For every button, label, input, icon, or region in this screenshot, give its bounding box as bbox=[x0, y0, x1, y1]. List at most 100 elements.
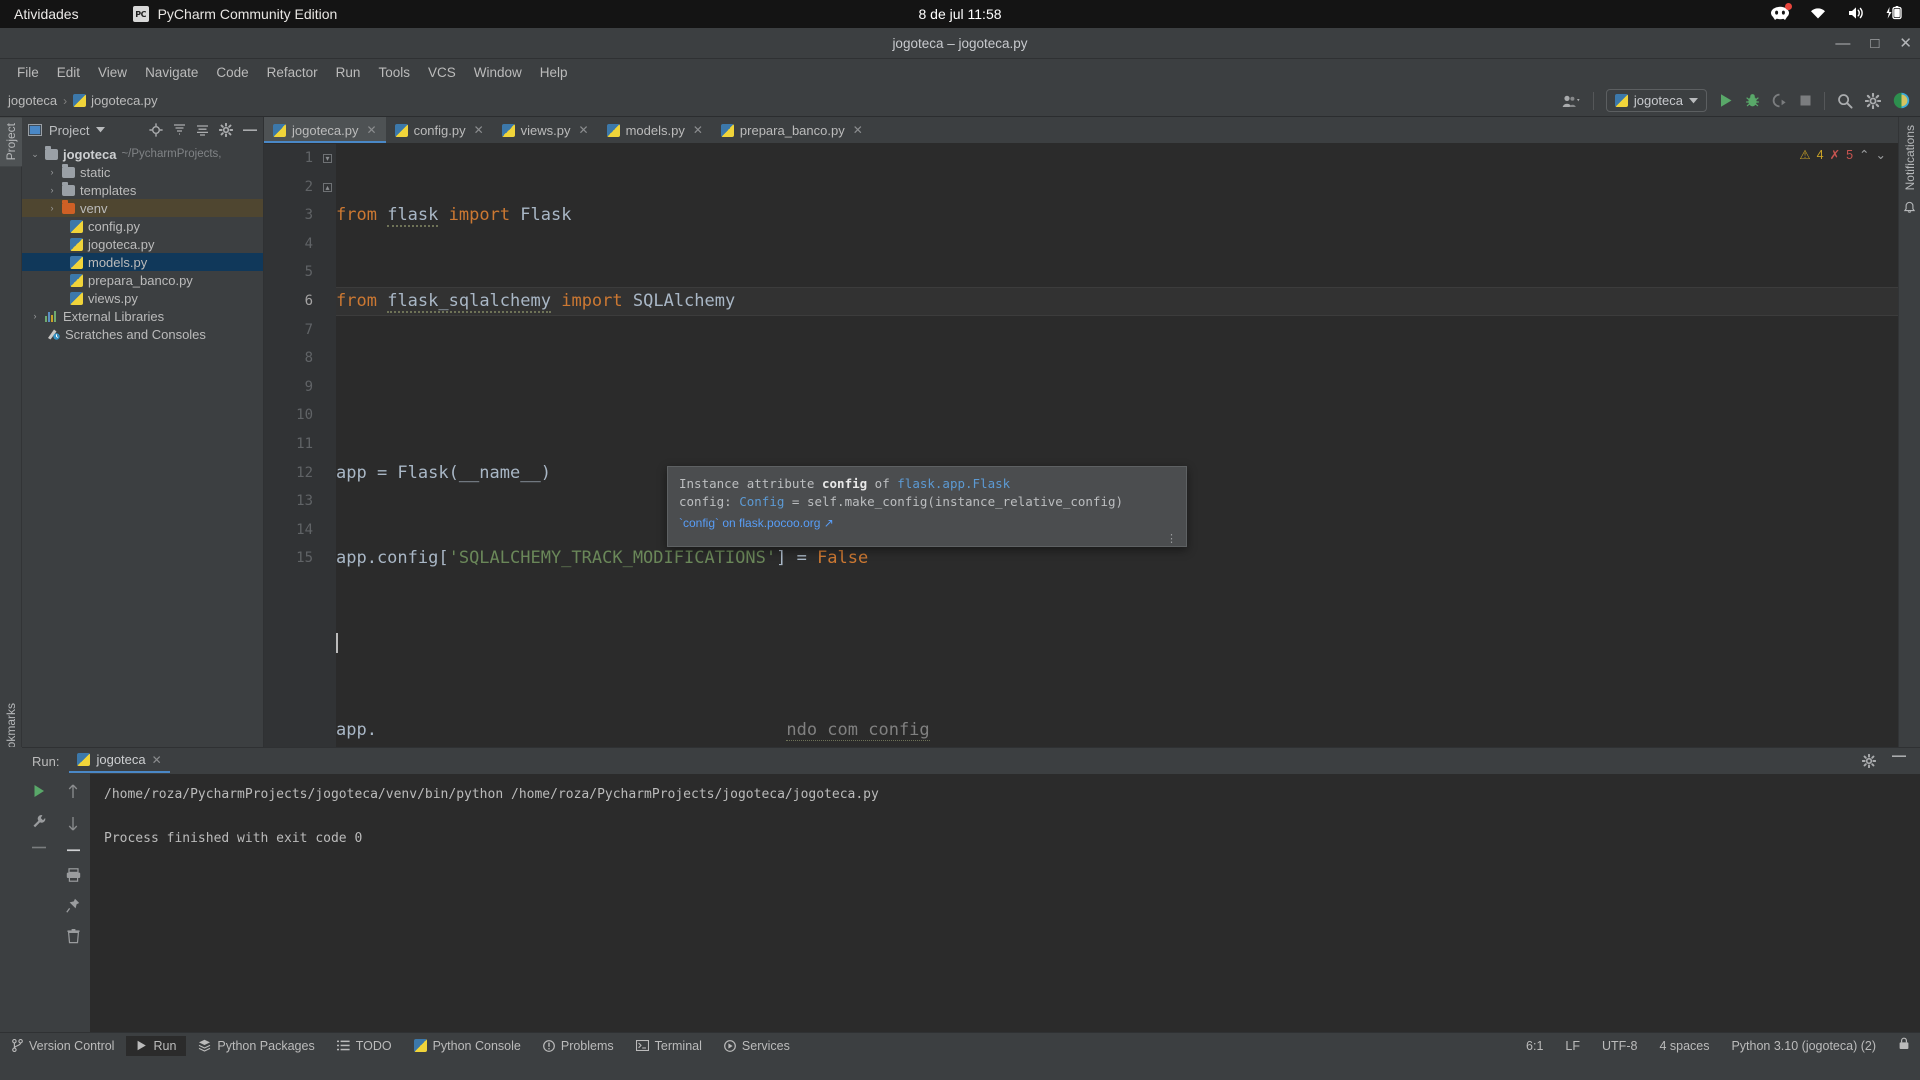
status-tool-version-control[interactable]: Version Control bbox=[2, 1036, 124, 1056]
doc-type-link[interactable]: Config bbox=[739, 494, 784, 509]
chevron-right-icon[interactable]: › bbox=[47, 203, 57, 213]
tree-node-config-py[interactable]: config.py bbox=[22, 217, 263, 235]
close-button[interactable]: ✕ bbox=[1899, 36, 1912, 51]
chevron-down-icon[interactable]: ⌄ bbox=[1876, 147, 1886, 162]
more-options-icon[interactable]: ⋮ bbox=[1166, 534, 1177, 545]
status-tool-services[interactable]: Services bbox=[714, 1036, 800, 1056]
line-number-gutter[interactable]: 1 2 3 4 5 6 7 8 9 10 11 12 13 14 15 bbox=[264, 144, 322, 747]
menu-edit[interactable]: Edit bbox=[48, 62, 89, 83]
debug-button[interactable] bbox=[1745, 93, 1760, 108]
indent-setting[interactable]: 4 spaces bbox=[1659, 1039, 1709, 1053]
scroll-up-button[interactable] bbox=[67, 784, 79, 800]
menu-refactor[interactable]: Refactor bbox=[258, 62, 327, 83]
lock-icon[interactable] bbox=[1898, 1037, 1910, 1055]
updates-icon[interactable] bbox=[1893, 92, 1910, 109]
documentation-tooltip[interactable]: Instance attribute config of flask.app.F… bbox=[667, 466, 1187, 547]
minimize-button[interactable] bbox=[66, 848, 80, 852]
caret-position[interactable]: 6:1 bbox=[1526, 1039, 1543, 1053]
gear-icon[interactable] bbox=[1862, 754, 1876, 768]
gear-icon[interactable] bbox=[219, 123, 233, 137]
close-icon[interactable]: ✕ bbox=[693, 123, 703, 137]
tree-node-venv[interactable]: › venv bbox=[22, 199, 263, 217]
status-tool-python-console[interactable]: Python Console bbox=[404, 1036, 531, 1056]
editor-tab-jogoteca-py[interactable]: jogoteca.py ✕ bbox=[264, 117, 386, 143]
close-icon[interactable]: ✕ bbox=[474, 123, 484, 137]
sidebar-tab-project[interactable]: Project bbox=[0, 117, 22, 167]
editor-tab-models-py[interactable]: models.py ✕ bbox=[598, 117, 712, 143]
editor-tab-prepara-banco-py[interactable]: prepara_banco.py ✕ bbox=[712, 117, 872, 143]
menu-window[interactable]: Window bbox=[465, 62, 531, 83]
fold-gutter[interactable]: ▾ ▴ bbox=[322, 144, 336, 747]
doc-external-link[interactable]: `config` on flask.pocoo.org ↗ bbox=[679, 516, 1175, 530]
run-console-output[interactable]: /home/roza/PycharmProjects/jogoteca/venv… bbox=[90, 774, 1920, 1042]
wifi-icon[interactable] bbox=[1808, 5, 1828, 23]
menu-tools[interactable]: Tools bbox=[369, 62, 419, 83]
chevron-right-icon[interactable]: › bbox=[47, 185, 57, 195]
menu-view[interactable]: View bbox=[89, 62, 136, 83]
tree-node-templates[interactable]: › templates bbox=[22, 181, 263, 199]
rerun-button[interactable] bbox=[32, 784, 46, 798]
run-configuration-selector[interactable]: jogoteca bbox=[1605, 89, 1707, 112]
status-tool-python-packages[interactable]: Python Packages bbox=[188, 1036, 324, 1056]
hide-panel-icon[interactable] bbox=[243, 128, 257, 132]
volume-icon[interactable] bbox=[1846, 5, 1866, 23]
user-accounts-icon[interactable] bbox=[1562, 94, 1581, 108]
clear-all-button[interactable] bbox=[67, 929, 80, 944]
stop-button[interactable] bbox=[1799, 94, 1812, 107]
file-encoding[interactable]: UTF-8 bbox=[1602, 1039, 1637, 1053]
maximize-button[interactable]: □ bbox=[1870, 36, 1879, 51]
status-tool-terminal[interactable]: Terminal bbox=[626, 1036, 712, 1056]
locate-icon[interactable] bbox=[149, 123, 163, 137]
collapse-all-icon[interactable] bbox=[196, 124, 209, 137]
status-tool-problems[interactable]: Problems bbox=[533, 1036, 624, 1056]
fold-icon[interactable]: ▾ bbox=[323, 154, 332, 163]
search-everywhere-icon[interactable] bbox=[1837, 93, 1853, 109]
run-button[interactable] bbox=[1719, 93, 1733, 108]
code-content[interactable]: from flask import Flask from flask_sqlal… bbox=[336, 144, 1898, 747]
line-separator[interactable]: LF bbox=[1565, 1039, 1580, 1053]
python-interpreter[interactable]: Python 3.10 (jogoteca) (2) bbox=[1731, 1039, 1876, 1053]
minimize-button[interactable]: — bbox=[1835, 36, 1850, 51]
tree-node-views-py[interactable]: views.py bbox=[22, 289, 263, 307]
discord-icon[interactable] bbox=[1770, 3, 1792, 23]
settings-gear-icon[interactable] bbox=[1865, 92, 1881, 109]
tree-node-external-libraries[interactable]: › External Libraries bbox=[22, 307, 263, 325]
menu-vcs[interactable]: VCS bbox=[419, 62, 465, 83]
tree-node-jogoteca[interactable]: ⌄ jogoteca ~/PycharmProjects, bbox=[22, 145, 263, 163]
menu-run[interactable]: Run bbox=[327, 62, 370, 83]
menu-code[interactable]: Code bbox=[207, 62, 257, 83]
settings-wrench-button[interactable] bbox=[32, 814, 46, 830]
breadcrumb-project[interactable]: jogoteca bbox=[8, 93, 57, 108]
close-icon[interactable]: ✕ bbox=[853, 123, 863, 137]
coverage-button[interactable] bbox=[1772, 93, 1787, 108]
tree-node-models-py[interactable]: models.py bbox=[22, 253, 263, 271]
menu-navigate[interactable]: Navigate bbox=[136, 62, 207, 83]
chevron-up-icon[interactable]: ⌃ bbox=[1859, 147, 1869, 162]
print-button[interactable] bbox=[66, 868, 81, 882]
inspection-widget[interactable]: ⚠ 4 ✗ 5 ⌃ ⌄ bbox=[1799, 147, 1886, 163]
soft-wrap-button[interactable] bbox=[32, 846, 46, 849]
battery-icon[interactable] bbox=[1884, 5, 1904, 23]
editor-tab-views-py[interactable]: views.py ✕ bbox=[493, 117, 598, 143]
chevron-right-icon[interactable]: › bbox=[30, 311, 40, 321]
sidebar-tab-notifications[interactable]: Notifications bbox=[1899, 119, 1920, 220]
hide-panel-icon[interactable] bbox=[1892, 754, 1906, 758]
tree-node-static[interactable]: › static bbox=[22, 163, 263, 181]
doc-class-link[interactable]: flask.app.Flask bbox=[897, 476, 1010, 491]
status-tool-todo[interactable]: TODO bbox=[327, 1036, 402, 1056]
tree-node-prepara-banco-py[interactable]: prepara_banco.py bbox=[22, 271, 263, 289]
tree-node-scratches[interactable]: Scratches and Consoles bbox=[22, 325, 263, 343]
status-tool-run[interactable]: Run bbox=[126, 1035, 187, 1056]
editor-tab-config-py[interactable]: config.py ✕ bbox=[386, 117, 493, 143]
close-icon[interactable]: ✕ bbox=[579, 123, 589, 137]
scroll-down-button[interactable] bbox=[67, 816, 79, 832]
menu-file[interactable]: File bbox=[8, 62, 48, 83]
close-icon[interactable]: ✕ bbox=[152, 753, 162, 767]
chevron-down-icon[interactable]: ⌄ bbox=[30, 149, 40, 160]
pin-button[interactable] bbox=[66, 898, 80, 913]
expand-all-icon[interactable] bbox=[173, 123, 186, 137]
code-editor[interactable]: ⚠ 4 ✗ 5 ⌃ ⌄ 1 2 3 4 5 6 7 8 9 10 11 12 1… bbox=[264, 144, 1898, 747]
clock[interactable]: 8 de jul 11:58 bbox=[0, 6, 1920, 22]
close-icon[interactable]: ✕ bbox=[367, 123, 377, 137]
tree-node-jogoteca-py[interactable]: jogoteca.py bbox=[22, 235, 263, 253]
